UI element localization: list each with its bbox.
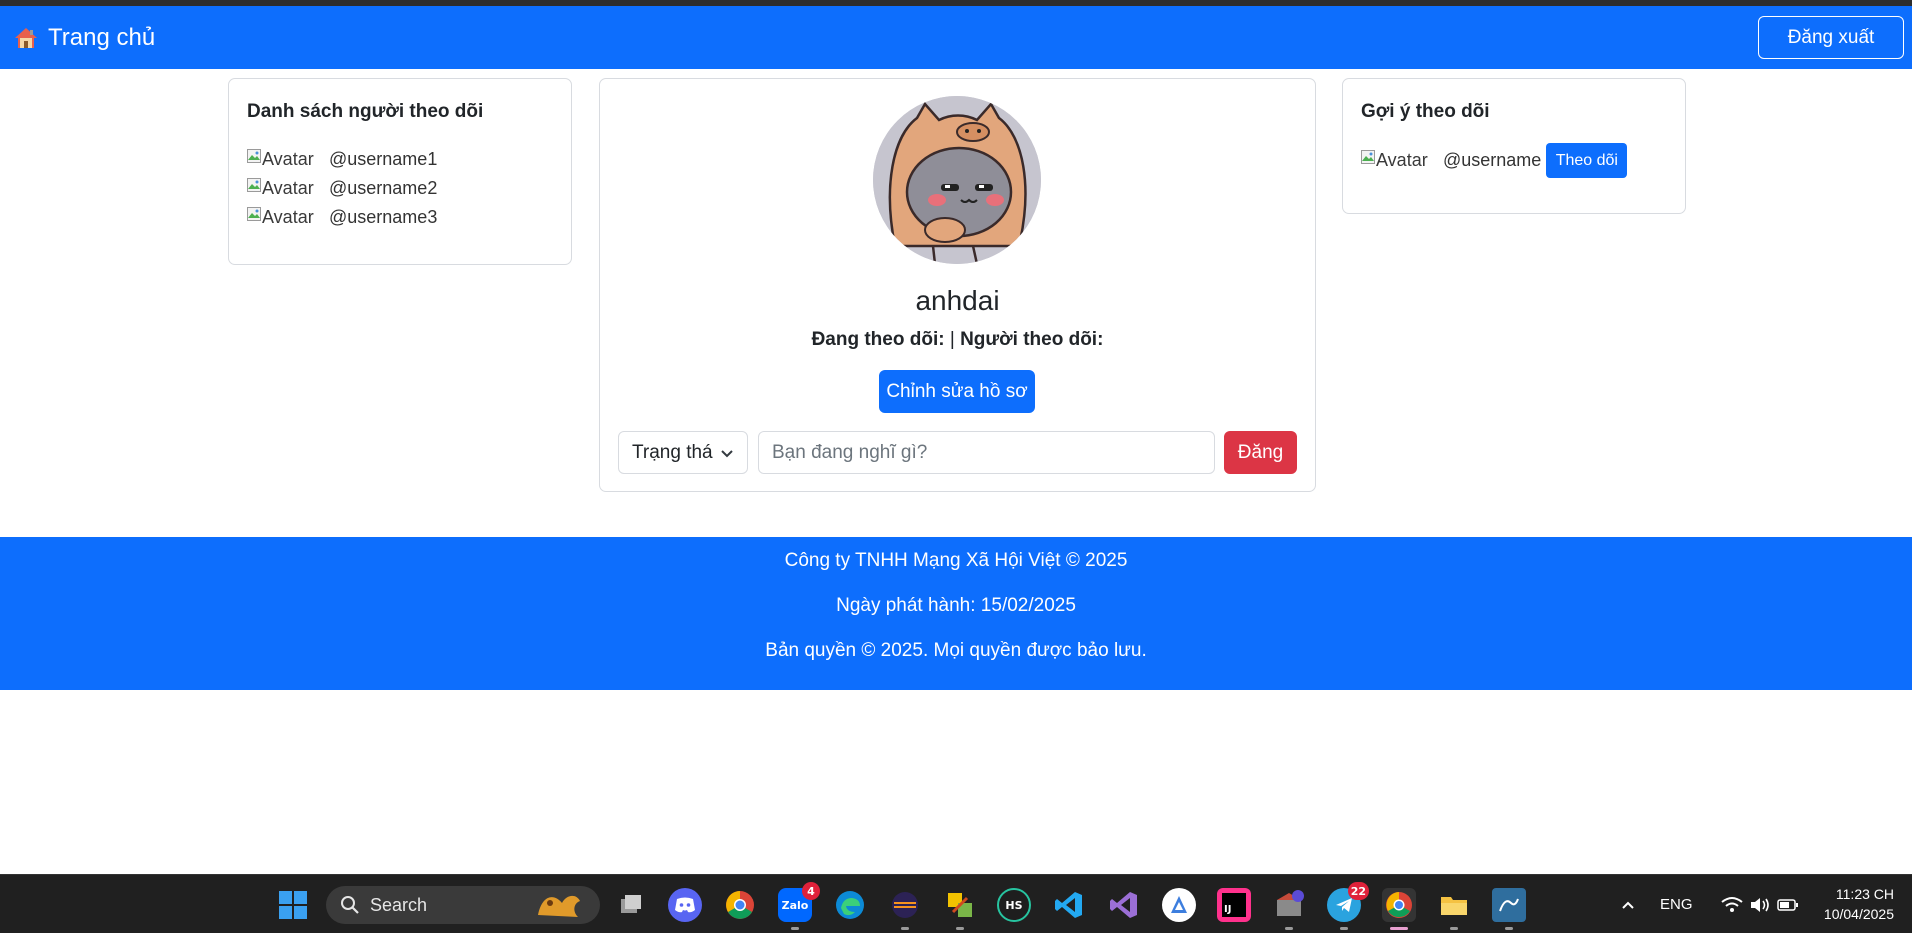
follow-suggestions-card: Gợi ý theo dõi Avatar @username Theo dõi [1342,78,1686,214]
battery-icon[interactable] [1776,898,1799,912]
windows-taskbar: Search Zalo 4 HS IJ 22 ENG 11:23 CH 10/04… [0,874,1912,933]
cat-avatar-illustration [873,96,1041,264]
chevron-down-icon [721,450,733,458]
zalo-icon[interactable]: Zalo 4 [778,882,820,922]
eclipse-running-indicator [901,927,909,930]
list-item[interactable]: Avatar @username1 [247,145,437,174]
chrome-active-icon[interactable] [1382,888,1416,922]
profile-card: anhdai Đang theo dõi: | Người theo dõi: … [599,78,1316,492]
telegram-running-indicator [1340,927,1348,930]
search-label: Search [370,894,428,915]
post-button[interactable]: Đăng [1224,431,1297,474]
wifi-icon[interactable] [1720,896,1743,914]
avatar-alt-text: Avatar [1376,150,1428,170]
post-input-placeholder: Bạn đang nghĩ gì? [772,441,928,463]
clock-time: 11:23 CH [1835,886,1894,902]
broken-image-icon [247,206,261,221]
visual-studio-icon[interactable] [1107,888,1141,922]
edge-icon[interactable] [833,888,867,922]
discord-icon[interactable] [668,888,702,922]
search-highlight-icon [538,895,580,917]
navbar: Trang chủ Đăng xuất [0,6,1912,69]
home-link[interactable]: Trang chủ [14,24,155,52]
list-item[interactable]: Avatar @username2 [247,174,437,203]
footer-company: Công ty TNHH Mạng Xã Hội Việt © 2025 [784,550,1128,571]
username-link[interactable]: @username [1443,150,1541,171]
profile-name: anhdai [915,285,1000,316]
taskbar-search[interactable]: Search [326,886,600,924]
following-list-card: Danh sách người theo dõi Avatar @usernam… [228,78,572,265]
following-count-label: Đang theo dõi: [811,329,945,350]
git-tool-icon[interactable] [943,888,977,922]
zalo-running-indicator [791,927,799,930]
mysql-workbench-icon[interactable] [1492,888,1526,922]
clock-date: 10/04/2025 [1823,906,1894,922]
suggestions-title: Gợi ý theo dõi [1361,101,1490,122]
logout-button[interactable]: Đăng xuất [1758,16,1904,59]
status-select[interactable]: Trạng thá [618,431,748,474]
username-link[interactable]: @username2 [329,178,437,199]
post-input[interactable]: Bạn đang nghĩ gì? [758,431,1215,474]
stats-separator: | [949,329,955,350]
avatar-alt-text: Avatar [262,178,314,198]
telegram-icon[interactable]: 22 [1327,882,1369,922]
avatar: Avatar [247,206,329,228]
following-list-title: Danh sách người theo dõi [247,101,484,122]
taskbar-clock[interactable]: 11:23 CH 10/04/2025 [1824,884,1894,924]
chrome-active-indicator [1390,927,1408,930]
explorer-running-indicator [1450,927,1458,930]
zalo-notification-badge: 4 [802,882,820,900]
broken-image-icon [247,177,261,192]
git-tool-running-indicator [956,927,964,930]
footer-copyright: Bản quyền © 2025. Mọi quyền được bảo lưu… [765,640,1147,661]
hs-app-icon[interactable]: HS [997,888,1031,922]
broken-image-icon [1361,149,1375,164]
avatar: Avatar [247,148,329,170]
system-tray: ENG [1620,875,1799,933]
broken-image-icon [247,148,261,163]
footer-release-date: Ngày phát hành: 15/02/2025 [836,595,1076,616]
avatar-alt-text: Avatar [262,149,314,169]
volume-icon[interactable] [1749,896,1771,914]
android-studio-icon[interactable] [1162,888,1196,922]
task-view-icon[interactable] [614,888,648,922]
following-list: Avatar @username1 Avatar @username2 Avat… [247,145,437,232]
username-link[interactable]: @username3 [329,207,437,228]
eclipse-icon[interactable] [888,888,922,922]
jetbrains-icon[interactable]: IJ [1217,888,1251,922]
house-icon [15,28,37,48]
app-installer-running-indicator [1285,927,1293,930]
windows-start-icon[interactable] [277,889,309,921]
chrome-icon[interactable] [723,888,757,922]
profile-avatar[interactable] [873,96,1041,264]
status-select-value: Trạng thá [632,441,713,463]
footer: Công ty TNHH Mạng Xã Hội Việt © 2025 Ngà… [0,537,1912,690]
list-item[interactable]: Avatar @username3 [247,203,437,232]
avatar: Avatar [1361,149,1443,171]
follow-button[interactable]: Theo dõi [1546,143,1628,178]
username-link[interactable]: @username1 [329,149,437,170]
file-explorer-icon[interactable] [1437,888,1471,922]
avatar-alt-text: Avatar [262,207,314,227]
telegram-notification-badge: 22 [1347,882,1369,900]
brand-label: Trang chủ [48,24,156,51]
follow-stats: Đang theo dõi: | Người theo dõi: [600,329,1315,351]
search-icon [341,896,359,914]
avatar: Avatar [247,177,329,199]
vscode-icon[interactable] [1052,888,1086,922]
edit-profile-button[interactable]: Chỉnh sửa hồ sơ [879,370,1035,413]
chevron-up-icon[interactable] [1620,897,1636,913]
mysql-running-indicator [1505,927,1513,930]
app-installer-icon[interactable] [1272,888,1306,922]
language-indicator[interactable]: ENG [1660,896,1693,913]
suggestion-item: Avatar @username Theo dõi [1361,143,1628,178]
followers-count-label: Người theo dõi: [960,329,1104,350]
